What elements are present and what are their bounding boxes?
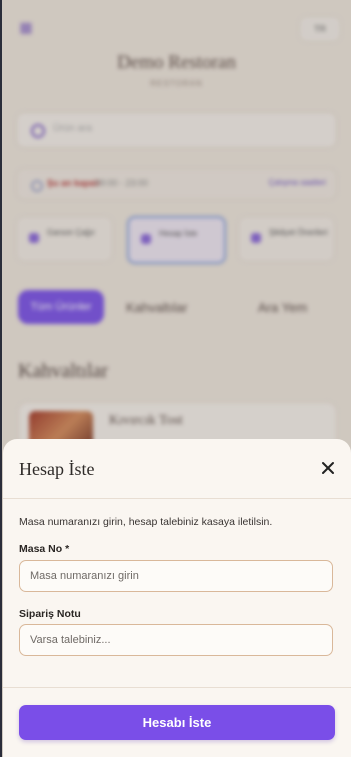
- request-bill-button[interactable]: Hesabı İste: [19, 705, 335, 740]
- table-number-input[interactable]: [19, 560, 333, 592]
- table-number-label: Masa No *: [19, 543, 70, 555]
- sheet-header: Hesap İste: [3, 439, 351, 499]
- close-button[interactable]: [320, 459, 336, 477]
- sheet-description: Masa numaranızı girin, hesap talebiniz k…: [19, 516, 273, 528]
- sheet-title: Hesap İste: [19, 459, 95, 479]
- close-icon: [322, 462, 334, 474]
- order-note-label: Sipariş Notu: [19, 608, 81, 620]
- sheet-footer: Hesabı İste: [3, 687, 351, 757]
- request-bill-sheet: Hesap İste Masa numaranızı girin, hesap …: [3, 439, 351, 757]
- order-note-input[interactable]: [19, 624, 333, 656]
